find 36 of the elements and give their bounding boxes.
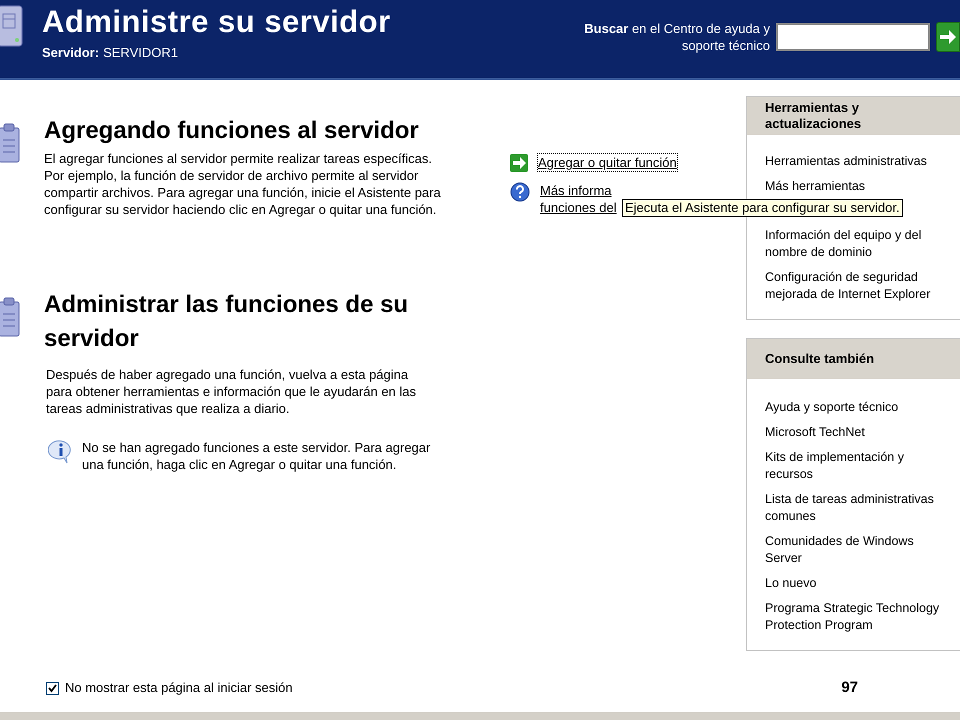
sidebar-link[interactable]: Ayuda y soporte técnico <box>765 399 942 416</box>
sidebar-link[interactable]: Kits de implementación y recursos <box>765 449 942 483</box>
info-note: No se han agregado funciones a este servidor. Para agregar una función, haga clic en Agregar o quitar una función. <box>82 439 430 473</box>
help-icon <box>510 182 530 202</box>
sidebar-link[interactable]: Microsoft TechNet <box>765 424 942 441</box>
arrow-icon <box>939 29 957 45</box>
panel-title: Herramientas y actualizaciones <box>747 97 960 135</box>
sidebar-link[interactable]: Lista de tareas administrativas comunes <box>765 491 942 525</box>
link[interactable]: Más informa funciones del <box>540 182 617 216</box>
section-description: Después de haber agregado una función, vuelva a esta página para obtener herramientas e información que le ayudarán en las tareas administrativas que realiza a diario. <box>46 366 418 417</box>
checkbox[interactable] <box>46 682 59 694</box>
sidebar-link[interactable]: Lo nuevo <box>765 575 942 592</box>
server-label: Servidor: <box>42 44 100 62</box>
search-field[interactable] <box>776 23 930 51</box>
page-title: Administre su servidor <box>42 3 391 41</box>
clipboard-icon <box>0 296 20 338</box>
clipboard-icon <box>0 122 20 164</box>
sidebar-link[interactable]: Programa Strategic Technology Protection Program <box>765 600 942 634</box>
page-number: 97 <box>841 678 858 698</box>
go-button[interactable] <box>936 22 960 52</box>
sidebar-link[interactable]: Más herramientas <box>765 178 942 195</box>
section-title: Agregando funciones al servidor <box>44 116 420 146</box>
server-name: SERVIDOR1 <box>103 44 178 62</box>
sidebar-link[interactable]: Herramientas administrativas <box>765 153 942 170</box>
section-description: El agregar funciones al servidor permite realizar tareas específicas. Por ejemplo, la función de servidor de archivo permite al servidor compartir archivos. Para agregar una función, inicie el Asistente para configurar su servidor haciendo clic en Agregar o quitar una función. <box>44 150 442 218</box>
panel-title: Consulte también <box>747 339 960 379</box>
sidebar-link[interactable]: Configuración de seguridad mejorada de Internet Explorer <box>765 269 942 303</box>
section-title: Administrar las funciones de su servidor <box>44 290 410 354</box>
link[interactable]: Agregar o quitar función <box>538 154 677 171</box>
sidebar-link[interactable]: Comunidades de Windows Server <box>765 533 942 567</box>
sidebar-link[interactable]: Información del equipo y del nombre de dominio <box>765 227 942 261</box>
search-label: Buscar en el Centro de ayuda y soporte técnico <box>584 20 770 54</box>
tooltip: Ejecuta el Asistente para configurar su servidor. <box>622 199 903 217</box>
checkbox-label: No mostrar esta página al iniciar sesión <box>65 679 293 698</box>
arrow-icon <box>510 154 528 172</box>
info-icon <box>48 439 74 465</box>
